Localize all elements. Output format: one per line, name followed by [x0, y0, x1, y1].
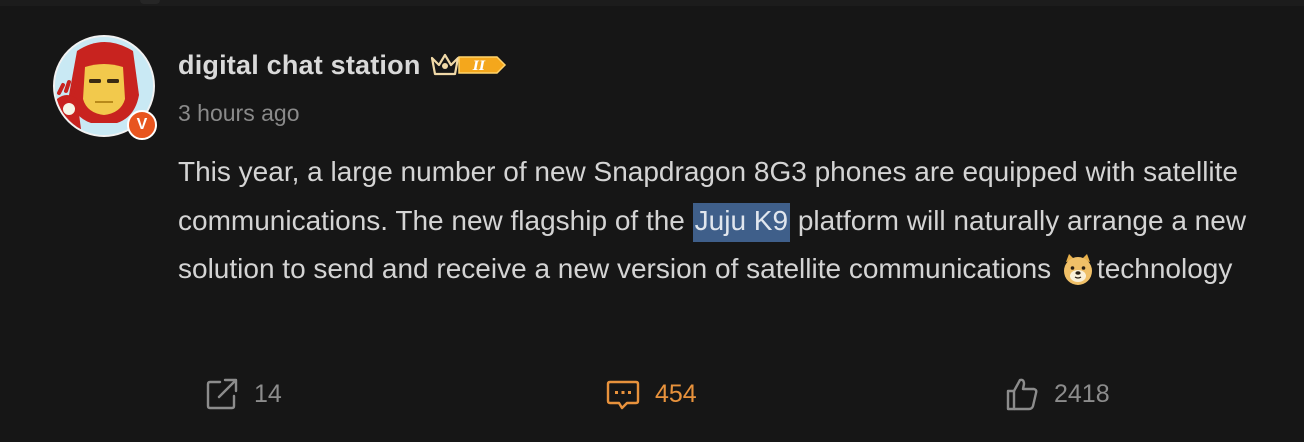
top-divider — [0, 0, 1304, 6]
share-count: 14 — [254, 379, 282, 408]
comment-button[interactable]: 454 — [605, 374, 697, 414]
author-row: digital chat station II — [178, 47, 507, 83]
comment-count: 454 — [655, 379, 697, 408]
post-timestamp: 3 hours ago — [178, 100, 300, 126]
post-text-part3: technology — [1096, 253, 1233, 284]
like-count: 2418 — [1054, 379, 1110, 408]
like-button[interactable]: 2418 — [1004, 374, 1110, 414]
share-button[interactable]: 14 — [204, 374, 282, 414]
post-text: This year, a large number of new Snapdra… — [178, 148, 1268, 302]
share-icon — [206, 378, 238, 410]
selected-text-highlight[interactable]: Juju K9 — [692, 202, 791, 242]
comment-icon — [606, 380, 640, 410]
post-card: V digital chat station II 3 hours ago Th… — [0, 0, 1304, 442]
thumbs-up-icon — [1006, 378, 1038, 411]
doge-emoji-icon — [1061, 252, 1095, 302]
author-name[interactable]: digital chat station — [178, 50, 421, 81]
rank-badge-text: II — [471, 59, 485, 74]
crown-rank-badge[interactable]: II — [429, 50, 507, 80]
crown-icon: II — [430, 53, 506, 76]
verified-badge: V — [127, 110, 157, 140]
